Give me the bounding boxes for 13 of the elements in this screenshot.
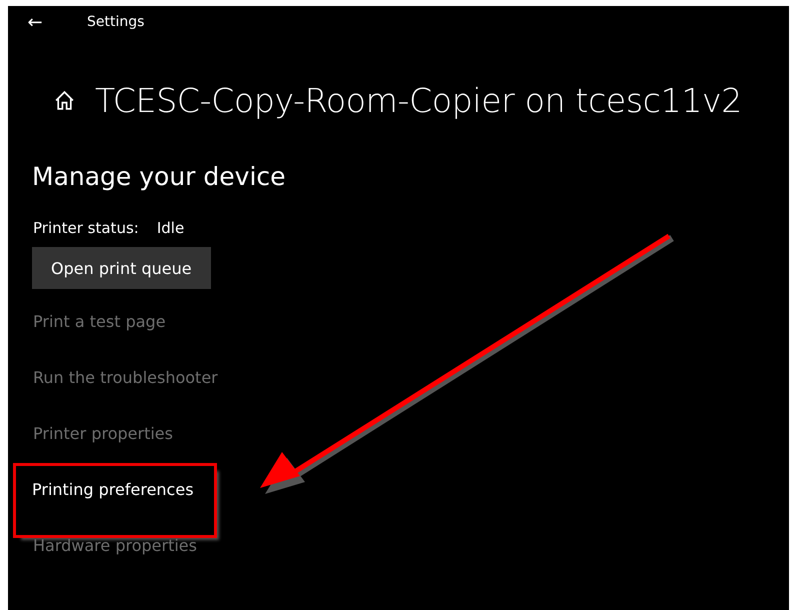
status-label: Printer status: [33,219,139,237]
back-button[interactable]: ← [24,12,46,32]
settings-link[interactable]: Printing preferences [16,466,214,535]
page-title: TCESC-Copy-Room-Copier on tcesc11v2 [95,81,742,120]
window-title: Settings [87,14,144,30]
section-heading: Manage your device [32,162,287,191]
settings-link: Print a test page [33,312,166,331]
settings-link: Hardware properties [33,536,197,555]
settings-link: Printer properties [33,424,173,443]
status-value: Idle [156,219,184,237]
settings-link: Run the troubleshooter [33,368,218,387]
open-queue-button[interactable]: Open print queue [32,247,211,289]
home-icon[interactable] [54,90,75,111]
